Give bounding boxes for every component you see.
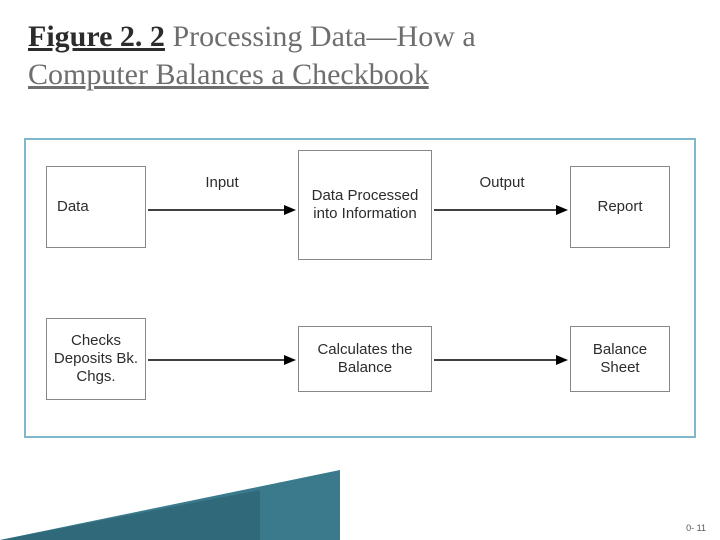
decorative-corner-overlay: [0, 490, 260, 540]
box-checks: Checks Deposits Bk. Chgs.: [46, 318, 146, 400]
box-processed-label: Data Processed into Information: [303, 187, 427, 223]
box-checks-label: Checks Deposits Bk. Chgs.: [51, 332, 141, 386]
arrow-input: [148, 200, 296, 220]
figure-number: Figure 2. 2: [28, 20, 165, 53]
box-data: Data: [46, 166, 146, 248]
slide: Figure 2. 2 Processing Data—How a Comput…: [0, 0, 720, 540]
label-input: Input: [205, 174, 238, 191]
box-report: Report: [570, 166, 670, 248]
title-rest-1: Processing Data—How a: [165, 20, 476, 53]
diagram-frame: Data Data Processed into Information Rep…: [24, 138, 696, 438]
figure-title: Figure 2. 2 Processing Data—How a Comput…: [28, 18, 692, 93]
title-line-2: Computer Balances a Checkbook: [28, 58, 429, 91]
arrow-row2-2: [434, 350, 568, 370]
label-output: Output: [479, 174, 524, 191]
box-balance-sheet: Balance Sheet: [570, 326, 670, 392]
box-data-label: Data: [57, 198, 89, 216]
box-processed: Data Processed into Information: [298, 150, 432, 260]
box-calculates-label: Calculates the Balance: [303, 341, 427, 377]
box-report-label: Report: [597, 198, 642, 216]
arrow-output: [434, 200, 568, 220]
box-calculates: Calculates the Balance: [298, 326, 432, 392]
page-number: 0- 11: [686, 524, 706, 534]
arrow-row2-1: [148, 350, 296, 370]
box-balance-sheet-label: Balance Sheet: [575, 341, 665, 377]
